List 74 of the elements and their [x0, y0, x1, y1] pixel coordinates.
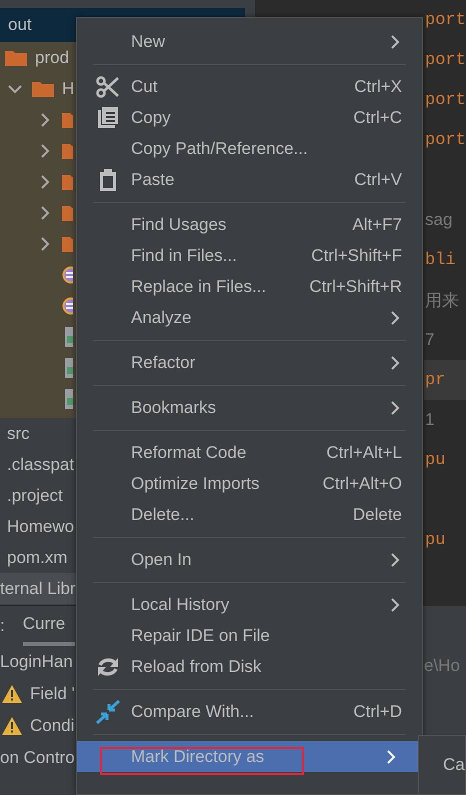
tree-item-label: .project — [7, 486, 63, 506]
folder-icon — [62, 173, 73, 190]
tree-item-label: ternal Libr — [0, 578, 76, 598]
problem-item: LoginHan — [0, 652, 73, 672]
folder-icon — [5, 49, 27, 66]
tree-item-label: src — [7, 424, 30, 444]
code-text: pu — [425, 530, 446, 550]
shortcut-text: Ctrl+V — [354, 170, 402, 190]
shortcut-text: Ctrl+X — [354, 76, 402, 96]
menu-item[interactable]: Replace in Files... Ctrl+Shift+R — [77, 271, 422, 302]
shortcut-text: Delete — [352, 504, 402, 524]
code-text: pr — [425, 370, 446, 390]
menu-item[interactable]: Reload from Disk — [77, 651, 422, 682]
shortcut-text: Ctrl+Shift+F — [311, 246, 402, 266]
menu-item[interactable]: Copy Path/Reference... — [77, 133, 422, 164]
shortcut-text: Alt+F7 — [352, 214, 402, 234]
menu-item[interactable]: Repair IDE on File — [77, 620, 422, 651]
panel-title: : — [0, 616, 5, 636]
file-icon — [62, 358, 73, 378]
folder-icon — [62, 235, 73, 252]
tree-item[interactable]: out — [8, 15, 32, 35]
code-text: 1 — [425, 410, 434, 430]
menu-item[interactable]: Find in Files... Ctrl+Shift+F — [77, 240, 422, 271]
menu-item[interactable]: Analyze — [77, 302, 422, 333]
shortcut-text: Ctrl+D — [353, 702, 402, 722]
path-text: e\Ho — [424, 656, 460, 675]
menu-item[interactable]: Compare With... Ctrl+D — [77, 696, 422, 727]
status-text: on Contro — [0, 748, 75, 768]
reload-icon — [96, 656, 120, 678]
copy-icon — [97, 106, 119, 128]
menu-item[interactable]: Reformat Code Ctrl+Alt+L — [77, 437, 422, 468]
scissors-icon — [96, 76, 120, 98]
menu-item[interactable]: Delete... Delete — [77, 499, 422, 530]
submenu-item: Ca — [443, 755, 465, 775]
folder-icon — [62, 204, 73, 221]
code-text: 7 — [425, 330, 434, 350]
folder-icon — [62, 111, 73, 128]
code-text: port — [425, 10, 466, 30]
problem-item: Condi — [30, 716, 74, 736]
shortcut-text: Ctrl+Alt+O — [322, 474, 402, 494]
shortcut-text: Ctrl+Alt+L — [326, 442, 402, 462]
menu-item[interactable]: Bookmarks — [77, 392, 422, 423]
file-icon — [62, 326, 73, 346]
menu-item[interactable]: Cut Ctrl+X — [77, 71, 422, 102]
code-text: 用来 — [425, 290, 459, 312]
tree-item-label: .classpat — [7, 454, 74, 474]
shortcut-text: Ctrl+C — [353, 108, 402, 128]
code-text: bli — [425, 250, 456, 270]
file-icon — [62, 388, 73, 408]
warning-icon — [2, 685, 22, 703]
menu-item[interactable]: Find Usages Alt+F7 — [77, 209, 422, 240]
menu-item[interactable]: Local History — [77, 589, 422, 620]
code-text: port — [425, 130, 466, 150]
menu-item[interactable]: Refactor — [77, 347, 422, 378]
tree-item-label: H — [62, 78, 74, 98]
code-text: port — [425, 90, 466, 110]
code-text: sag — [425, 210, 452, 230]
tree-item-label: Homewo — [7, 516, 74, 536]
compare-icon — [95, 700, 121, 724]
problem-item: Field ' — [30, 684, 75, 704]
clipboard-icon — [99, 168, 117, 190]
code-text: port — [425, 50, 466, 70]
tree-item-label: prod — [35, 48, 70, 68]
tree-item-label: pom.xm — [7, 548, 68, 568]
menu-item[interactable]: Optimize Imports Ctrl+Alt+O — [77, 468, 422, 499]
menu-item[interactable]: New — [77, 26, 422, 57]
warning-icon — [2, 717, 22, 735]
menu-item[interactable]: Open In — [77, 544, 422, 575]
code-text: pu — [425, 450, 446, 470]
folder-icon — [32, 80, 54, 97]
shortcut-text: Ctrl+Shift+R — [309, 276, 402, 296]
menu-item[interactable]: Paste Ctrl+V — [77, 164, 422, 195]
folder-icon — [62, 142, 73, 159]
menu-item[interactable]: Copy Ctrl+C — [77, 102, 422, 133]
